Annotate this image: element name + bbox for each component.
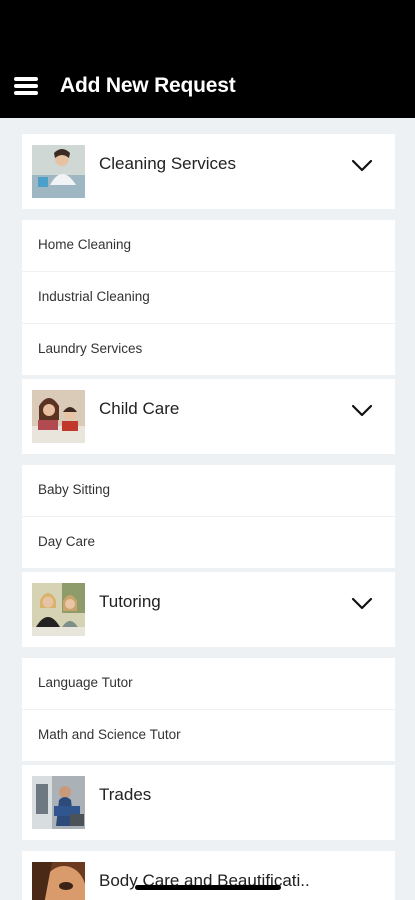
category-list: Cleaning Services Home Cleaning Industri… [0, 118, 415, 900]
subcategory-label: Language Tutor [38, 675, 133, 690]
body-care-thumbnail [32, 862, 85, 900]
tutoring-subcategory-list: Language Tutor Math and Science Tutor [22, 658, 395, 761]
page-title: Add New Request [60, 74, 236, 97]
cleaning-subcategory-list: Home Cleaning Industrial Cleaning Laundr… [22, 220, 395, 375]
tutoring-thumbnail [32, 583, 85, 636]
category-child-care[interactable]: Child Care [22, 379, 395, 454]
category-tutoring[interactable]: Tutoring [22, 572, 395, 647]
subcategory-language-tutor[interactable]: Language Tutor [22, 658, 395, 710]
child-care-thumbnail [32, 390, 85, 443]
chevron-down-icon[interactable] [351, 159, 373, 173]
category-label: Child Care [99, 399, 180, 418]
subcategory-label: Home Cleaning [38, 237, 132, 252]
subcategory-label: Day Care [38, 534, 96, 549]
subcategory-laundry-services[interactable]: Laundry Services [22, 324, 395, 375]
category-label: Trades [99, 785, 152, 804]
subcategory-baby-sitting[interactable]: Baby Sitting [22, 465, 395, 517]
trades-thumbnail [32, 776, 85, 829]
chevron-down-icon[interactable] [351, 597, 373, 611]
category-cleaning-services[interactable]: Cleaning Services [22, 134, 395, 209]
category-label: Cleaning Services [99, 154, 237, 173]
category-label: Tutoring [99, 592, 161, 611]
category-trades[interactable]: Trades [22, 765, 395, 840]
subcategory-day-care[interactable]: Day Care [22, 517, 395, 568]
home-indicator[interactable] [135, 885, 281, 890]
cleaning-services-thumbnail [32, 145, 85, 198]
category-body-care[interactable]: Body Care and Beautificati.. [22, 851, 395, 900]
subcategory-label: Math and Science Tutor [38, 727, 181, 742]
hamburger-menu-icon[interactable] [14, 75, 38, 97]
chevron-down-icon[interactable] [351, 404, 373, 418]
subcategory-label: Laundry Services [38, 341, 143, 356]
subcategory-home-cleaning[interactable]: Home Cleaning [22, 220, 395, 272]
subcategory-label: Baby Sitting [38, 482, 111, 497]
app-header: Add New Request [0, 0, 415, 118]
subcategory-label: Industrial Cleaning [38, 289, 150, 304]
subcategory-industrial-cleaning[interactable]: Industrial Cleaning [22, 272, 395, 324]
child-care-subcategory-list: Baby Sitting Day Care [22, 465, 395, 568]
subcategory-math-science-tutor[interactable]: Math and Science Tutor [22, 710, 395, 761]
